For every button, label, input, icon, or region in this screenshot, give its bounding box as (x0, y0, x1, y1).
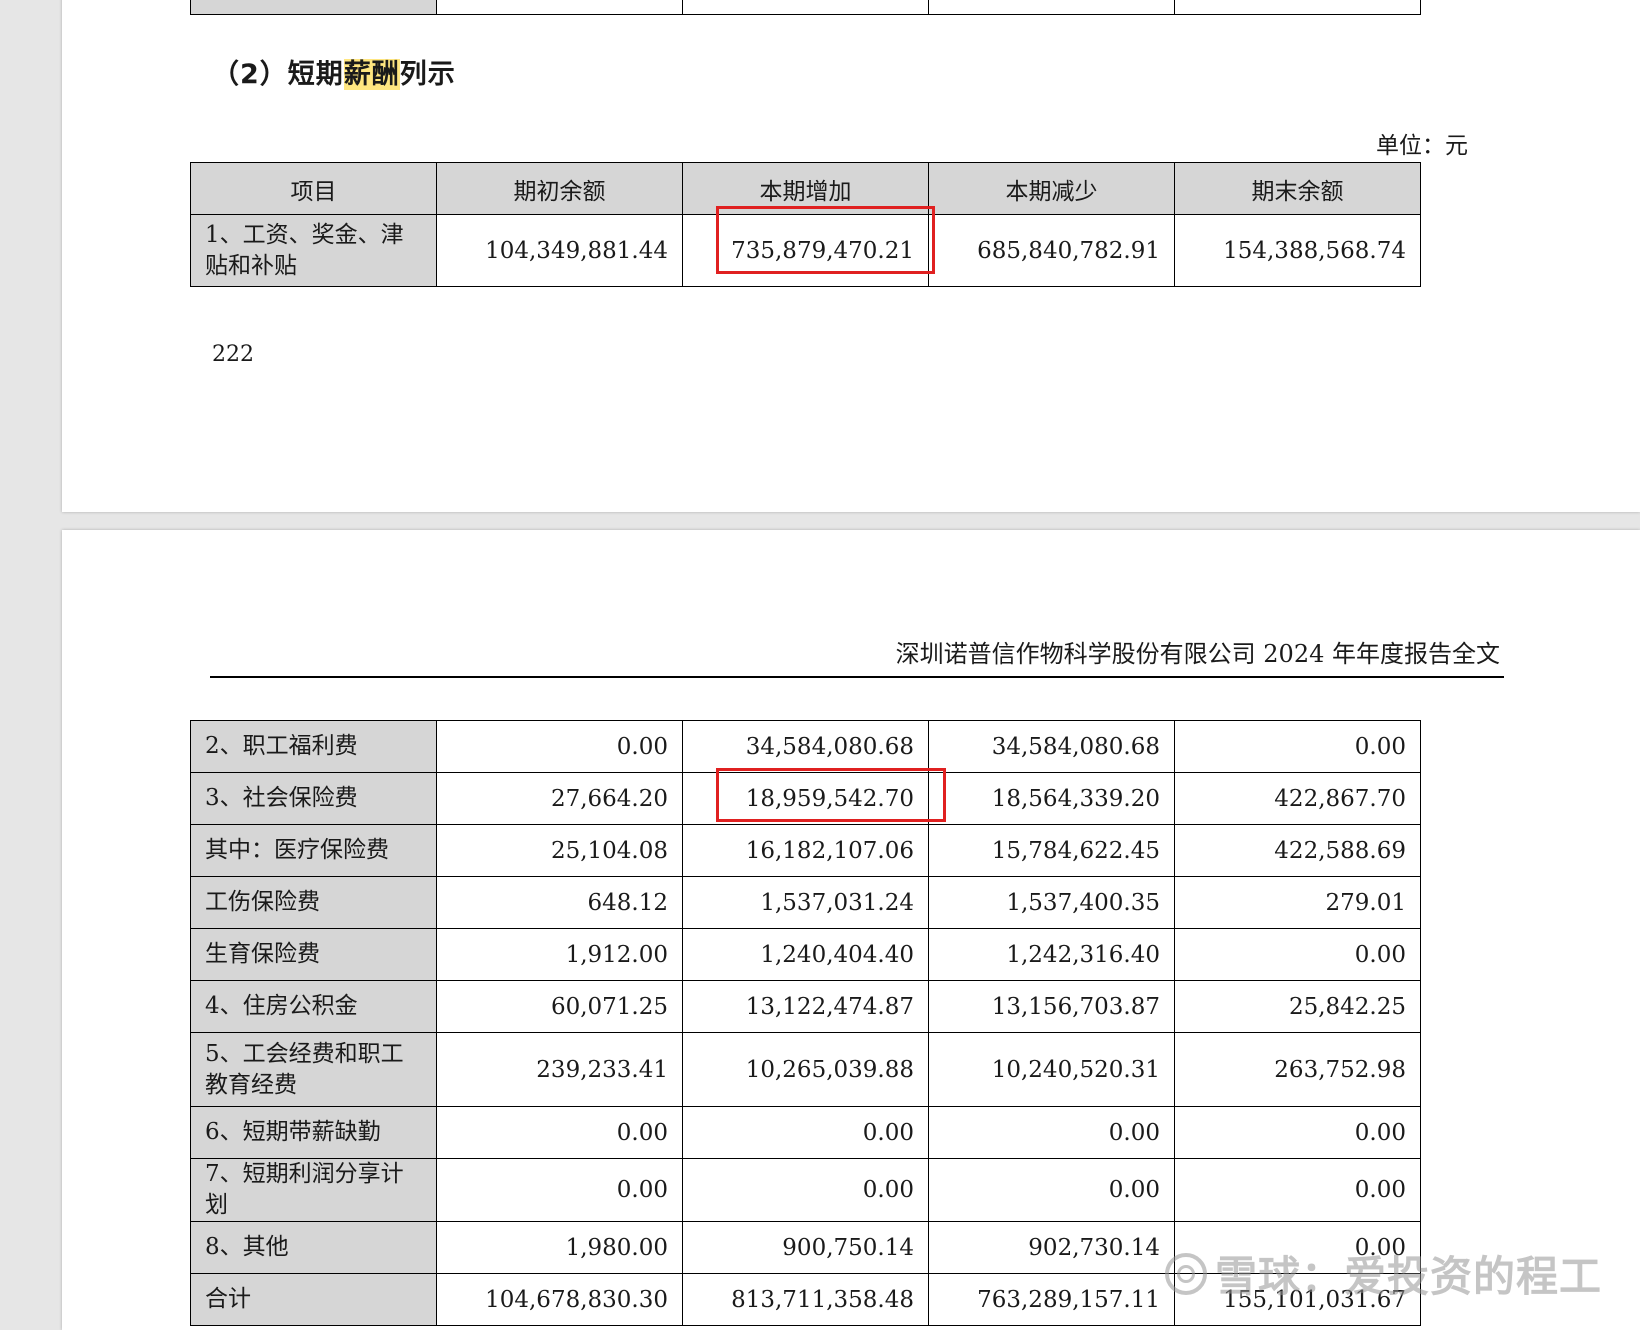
table-row: 5、工会经费和职工教育经费 239,233.41 10,265,039.88 10,2… (190, 1032, 1421, 1107)
period-increase: 18,959,542.70 (682, 772, 929, 825)
row-item: 1、工资、奖金、津贴和补贴 (190, 214, 437, 287)
opening-balance: 60,071.25 (436, 980, 683, 1033)
closing-balance: 0.00 (1174, 720, 1421, 773)
fragment-cell (190, 0, 437, 15)
row-item: 工伤保险费 (190, 876, 437, 929)
column-header: 期末余额 (1174, 162, 1421, 215)
short-term-compensation-table-continued: 2、职工福利费 0.00 34,584,080.68 34,584,080.68 0.0… (190, 720, 1421, 1326)
row-item: 生育保险费 (190, 928, 437, 981)
period-decrease: 10,240,520.31 (928, 1032, 1175, 1107)
table-row: 6、短期带薪缺勤 0.00 0.00 0.00 0.00 (190, 1106, 1421, 1159)
fragment-cell (1174, 0, 1421, 15)
opening-balance: 648.12 (436, 876, 683, 929)
closing-balance: 422,588.69 (1174, 824, 1421, 877)
opening-balance: 239,233.41 (436, 1032, 683, 1107)
snowball-logo-icon (1164, 1252, 1207, 1295)
opening-balance: 1,912.00 (436, 928, 683, 981)
table-row: 生育保险费 1,912.00 1,240,404.40 1,242,316.40 0.0… (190, 928, 1421, 981)
closing-balance: 25,842.25 (1174, 980, 1421, 1033)
period-decrease: 18,564,339.20 (928, 772, 1175, 825)
table-row: 2、职工福利费 0.00 34,584,080.68 34,584,080.68 0.0… (190, 720, 1421, 773)
short-term-compensation-table: 项目 期初余额 本期增加 本期减少 期末余额 1、工资、奖金、津贴和补贴 104… (190, 162, 1421, 287)
table-row: 其中：医疗保险费 25,104.08 16,182,107.06 15,784,622… (190, 824, 1421, 877)
fragment-cell (436, 0, 683, 15)
period-increase: 900,750.14 (682, 1221, 929, 1274)
opening-balance: 0.00 (436, 720, 683, 773)
row-item: 5、工会经费和职工教育经费 (190, 1032, 437, 1107)
closing-balance: 422,867.70 (1174, 772, 1421, 825)
column-header: 本期减少 (928, 162, 1175, 215)
period-increase: 10,265,039.88 (682, 1032, 929, 1107)
period-decrease: 1,242,316.40 (928, 928, 1175, 981)
period-decrease: 0.00 (928, 1158, 1175, 1222)
fragment-cell (928, 0, 1175, 15)
period-increase: 813,711,358.48 (682, 1273, 929, 1326)
section-title-suffix: 列示 (399, 59, 456, 90)
opening-balance: 1,980.00 (436, 1221, 683, 1274)
section-title: （2）短期薪酬列示 (212, 52, 456, 91)
document-page-2: 深圳诺普信作物科学股份有限公司 2024 年年度报告全文 2、职工福利费 0.00… (62, 530, 1640, 1330)
table-row: 4、住房公积金 60,071.25 13,122,474.87 13,156,703.… (190, 980, 1421, 1033)
report-header: 深圳诺普信作物科学股份有限公司 2024 年年度报告全文 (895, 640, 1500, 668)
period-increase: 13,122,474.87 (682, 980, 929, 1033)
opening-balance: 0.00 (436, 1106, 683, 1159)
row-item: 6、短期带薪缺勤 (190, 1106, 437, 1159)
row-item: 2、职工福利费 (190, 720, 437, 773)
table-row: 3、社会保险费 27,664.20 18,959,542.70 18,564,339.… (190, 772, 1421, 825)
period-increase: 1,240,404.40 (682, 928, 929, 981)
period-decrease: 1,537,400.35 (928, 876, 1175, 929)
period-decrease: 13,156,703.87 (928, 980, 1175, 1033)
period-decrease: 0.00 (928, 1106, 1175, 1159)
row-item: 其中：医疗保险费 (190, 824, 437, 877)
row-item: 7、短期利润分享计划 (190, 1158, 437, 1222)
period-increase: 1,537,031.24 (682, 876, 929, 929)
opening-balance: 0.00 (436, 1158, 683, 1222)
opening-balance: 27,664.20 (436, 772, 683, 825)
period-decrease: 763,289,157.11 (928, 1273, 1175, 1326)
period-increase: 0.00 (682, 1158, 929, 1222)
table-header-row: 项目 期初余额 本期增加 本期减少 期末余额 (190, 162, 1421, 215)
table-row: 7、短期利润分享计划 0.00 0.00 0.00 0.00 (190, 1158, 1421, 1222)
row-item: 3、社会保险费 (190, 772, 437, 825)
closing-balance: 0.00 (1174, 928, 1421, 981)
unit-label: 单位：元 (1376, 133, 1468, 159)
row-item: 4、住房公积金 (190, 980, 437, 1033)
closing-balance: 0.00 (1174, 1158, 1421, 1222)
row-item: 合计 (190, 1273, 437, 1326)
opening-balance: 104,349,881.44 (436, 214, 683, 287)
closing-balance: 279.01 (1174, 876, 1421, 929)
opening-balance: 104,678,830.30 (436, 1273, 683, 1326)
closing-balance: 154,388,568.74 (1174, 214, 1421, 287)
watermark: 雪球：爱投资的程工 (1164, 1243, 1602, 1304)
previous-table-fragment (190, 0, 1421, 15)
column-header: 项目 (190, 162, 437, 215)
header-rule (210, 676, 1504, 678)
opening-balance: 25,104.08 (436, 824, 683, 877)
table-row: 工伤保险费 648.12 1,537,031.24 1,537,400.35 279.0… (190, 876, 1421, 929)
closing-balance: 263,752.98 (1174, 1032, 1421, 1107)
column-header: 期初余额 (436, 162, 683, 215)
watermark-text: 雪球：爱投资的程工 (1214, 1252, 1602, 1301)
column-header: 本期增加 (682, 162, 929, 215)
period-increase: 735,879,470.21 (682, 214, 929, 287)
table-row: 1、工资、奖金、津贴和补贴 104,349,881.44 735,879,470… (190, 214, 1421, 287)
row-item: 8、其他 (190, 1221, 437, 1274)
period-increase: 34,584,080.68 (682, 720, 929, 773)
period-increase: 16,182,107.06 (682, 824, 929, 877)
document-page-1: （2）短期薪酬列示 单位：元 项目 期初余额 本期增加 本期减少 期末余额 1、… (62, 0, 1640, 512)
closing-balance: 0.00 (1174, 1106, 1421, 1159)
search-highlight: 薪酬 (343, 59, 400, 90)
section-title-prefix: （2）短期 (212, 59, 344, 90)
period-decrease: 685,840,782.91 (928, 214, 1175, 287)
period-decrease: 902,730.14 (928, 1221, 1175, 1274)
period-decrease: 34,584,080.68 (928, 720, 1175, 773)
page-number: 222 (212, 342, 254, 367)
period-decrease: 15,784,622.45 (928, 824, 1175, 877)
period-increase: 0.00 (682, 1106, 929, 1159)
fragment-cell (682, 0, 929, 15)
